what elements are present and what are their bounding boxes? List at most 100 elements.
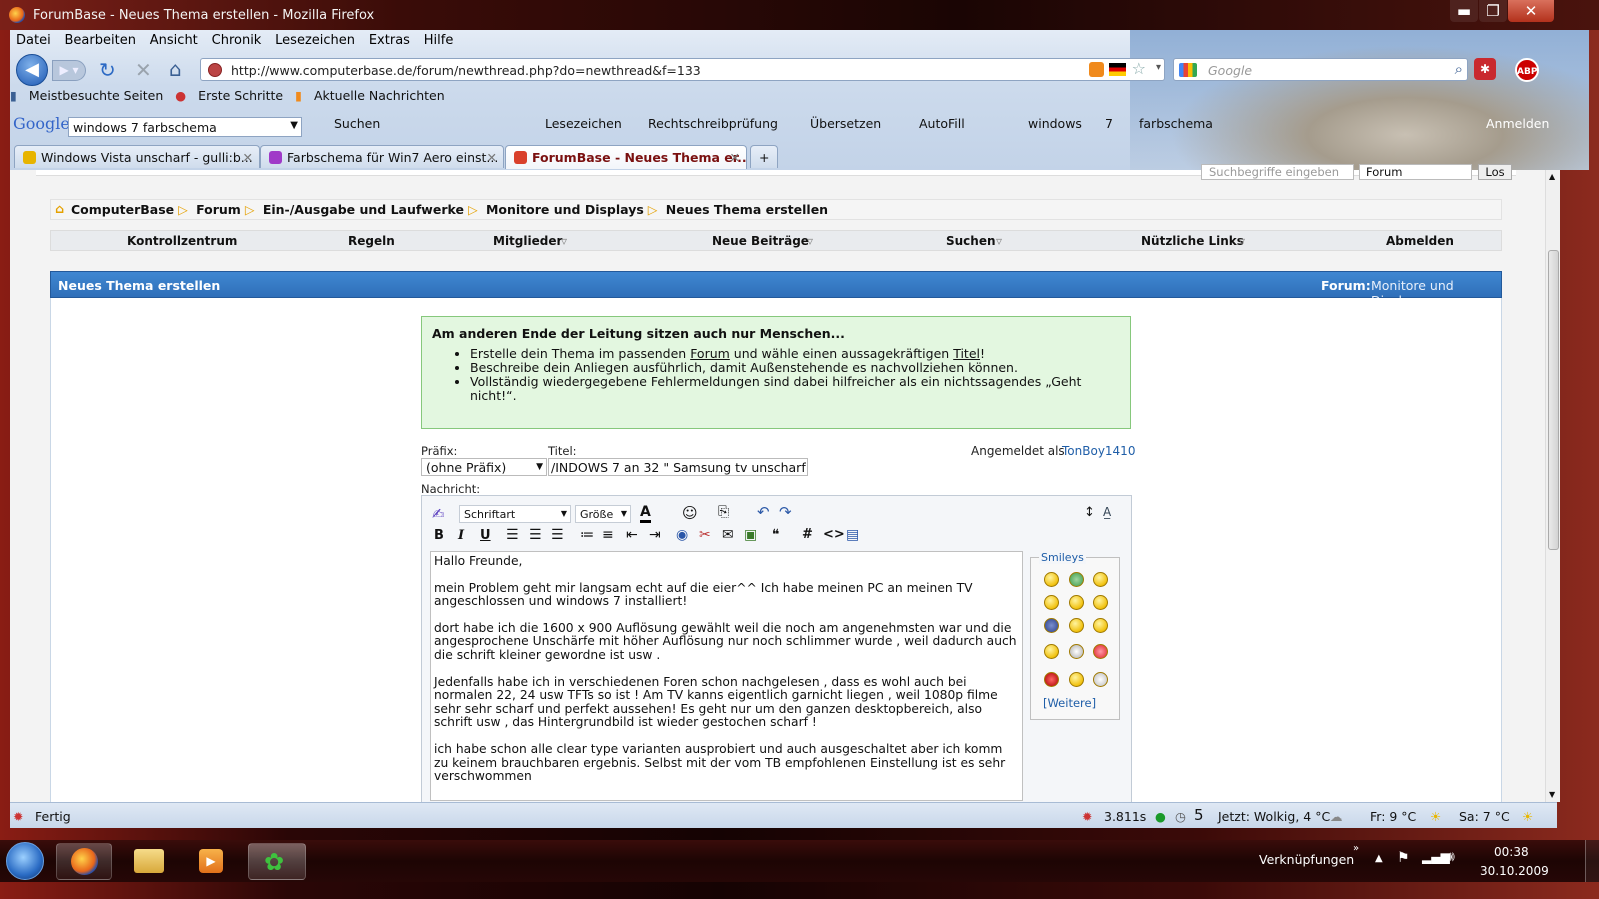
undo-icon[interactable]: ↶ [757, 503, 770, 521]
minimize-button[interactable]: ▬ [1450, 0, 1478, 22]
menu-chronik[interactable]: Chronik [212, 33, 262, 48]
dropdown-icon[interactable]: ▼ [536, 462, 543, 472]
spellcheck-button[interactable]: Rechtschreibprüfung [648, 116, 778, 131]
image-icon[interactable]: ▣ [744, 527, 757, 543]
smiley-rolleyes-icon[interactable] [1093, 672, 1108, 687]
switch-mode-icon[interactable]: A̲ [1103, 505, 1111, 519]
show-desktop-button[interactable] [1585, 840, 1599, 882]
autofill-button[interactable]: AutoFill [919, 116, 965, 131]
search-box[interactable]: Google ⌕ [1173, 58, 1468, 81]
maximize-button[interactable]: ❐ [1479, 0, 1507, 22]
message-textarea[interactable]: Hallo Freunde, mein Problem geht mir lan… [430, 551, 1023, 801]
weather-fri[interactable]: Fr: 9 °C [1370, 809, 1416, 824]
bookmark-meistbesucht[interactable]: Meistbesuchte Seiten [29, 88, 163, 103]
adblock-icon[interactable]: ABP [1515, 58, 1539, 82]
google-bookmarks-button[interactable]: Lesezeichen [545, 116, 622, 131]
back-button[interactable]: ◀ [16, 54, 48, 86]
tab-close-icon[interactable]: ✕ [730, 150, 740, 165]
prefix-select[interactable]: (ohne Präfix) ▼ [421, 458, 547, 476]
google-search-button[interactable]: Suchen [334, 116, 380, 131]
tab-forumbase[interactable]: ForumBase - Neues Thema er... ✕ [505, 145, 747, 169]
translate-button[interactable]: Übersetzen [810, 116, 881, 131]
redo-icon[interactable]: ↷ [779, 503, 792, 521]
highlight-farbschema[interactable]: farbschema [1139, 116, 1213, 131]
smiley-devil-icon[interactable] [1093, 644, 1108, 659]
align-left-icon[interactable]: ☰ [506, 527, 519, 543]
indent-icon[interactable]: ⇥ [649, 527, 661, 543]
outdent-icon[interactable]: ⇤ [626, 527, 638, 543]
breadcrumb-computerbase[interactable]: ComputerBase [71, 202, 174, 217]
smiley-sad-icon[interactable] [1093, 618, 1108, 633]
site-search-scope[interactable]: Forum [1359, 164, 1472, 180]
taskbar-clock-date[interactable]: 30.10.2009 [1480, 864, 1549, 878]
bookmark-nachrichten[interactable]: Aktuelle Nachrichten [314, 88, 445, 103]
unordered-list-icon[interactable]: ≡ [602, 527, 614, 543]
resize-icon[interactable]: ↕ [1084, 505, 1095, 520]
home-icon[interactable]: ⌂ [55, 201, 64, 216]
google-query[interactable]: windows 7 farbschema [73, 120, 217, 135]
highlight-windows[interactable]: windows [1028, 116, 1082, 131]
align-center-icon[interactable]: ☰ [529, 527, 542, 543]
nav-kontrollzentrum[interactable]: Kontrollzentrum [127, 234, 237, 248]
tab-close-icon[interactable]: ✕ [243, 150, 253, 165]
menu-ansicht[interactable]: Ansicht [150, 33, 198, 48]
smiley-happy-icon[interactable] [1044, 595, 1059, 610]
smiley-tongue-icon[interactable] [1069, 672, 1084, 687]
php-code-icon[interactable]: ▤ [846, 527, 859, 543]
taskbar-links-toolbar[interactable]: Verknüpfungen [1259, 852, 1354, 867]
tab-close-icon[interactable]: ✕ [487, 150, 497, 165]
smiley-biggrin-icon[interactable] [1044, 644, 1059, 659]
remove-format-icon[interactable]: ✍ [432, 505, 450, 523]
search-icon[interactable]: ⌕ [1455, 60, 1463, 78]
stop-icon[interactable]: ✕ [135, 58, 152, 82]
attachment-icon[interactable]: ⎘ [718, 504, 729, 520]
ordered-list-icon[interactable]: ≔ [580, 527, 594, 543]
chevron-down-icon[interactable]: ▿ [561, 234, 567, 248]
url-dropdown-icon[interactable]: ▾ [1156, 62, 1161, 73]
smiley-grin-icon[interactable] [1069, 572, 1084, 587]
tray-arrow-icon[interactable]: ▲ [1375, 853, 1383, 864]
page-scrollbar[interactable]: ▲ ▼ [1545, 170, 1560, 802]
smiley-wink-icon[interactable] [1093, 572, 1108, 587]
bold-icon[interactable]: B [434, 528, 444, 543]
smiley-eek-icon[interactable] [1069, 644, 1084, 659]
breadcrumb-ein-ausgabe[interactable]: Ein-/Ausgabe und Laufwerke [263, 202, 464, 217]
scroll-thumb[interactable] [1548, 250, 1559, 550]
unlink-icon[interactable]: ✂ [699, 527, 711, 543]
nav-mitglieder[interactable]: Mitglieder [493, 234, 562, 248]
align-right-icon[interactable]: ☰ [551, 527, 564, 543]
forward-button[interactable]: ▶ ▾ [52, 60, 86, 81]
breadcrumb-forum[interactable]: Forum [196, 202, 241, 217]
chevron-down-icon[interactable]: ▿ [1239, 234, 1245, 248]
weather-sat[interactable]: Sa: 7 °C [1459, 809, 1510, 824]
underline-icon[interactable]: U [480, 528, 491, 543]
google-toolbar-input[interactable]: windows 7 farbschema ▼ [68, 117, 302, 137]
addon-icon[interactable]: ✱ [1474, 58, 1496, 80]
rule-link-titel[interactable]: Titel [953, 346, 980, 361]
code-hash-icon[interactable]: # [802, 527, 813, 542]
clock-icon[interactable]: ◷ [1175, 809, 1186, 824]
nav-nuetzliche-links[interactable]: Nützliche Links [1141, 234, 1244, 248]
html-code-icon[interactable]: <> [823, 527, 845, 542]
site-search-input[interactable]: Suchbegriffe eingeben [1201, 164, 1354, 180]
signin-button[interactable]: Anmelden [1486, 116, 1549, 131]
smiley-smile-icon[interactable] [1044, 572, 1059, 587]
rss-icon[interactable] [1089, 62, 1104, 77]
url-text[interactable]: http://www.computerbase.de/forum/newthre… [231, 63, 701, 78]
menu-extras[interactable]: Extras [369, 33, 410, 48]
chevron-icon[interactable]: » [1353, 843, 1359, 854]
taskbar-clock-time[interactable]: 00:38 [1494, 845, 1529, 859]
italic-icon[interactable]: I [458, 528, 464, 543]
size-select[interactable]: Größe ▼ [575, 505, 631, 523]
start-button[interactable] [6, 842, 44, 880]
google-engine-icon[interactable] [1179, 63, 1197, 77]
bookmark-star-icon[interactable]: ☆ [1132, 59, 1146, 78]
dropdown-icon[interactable]: ▼ [290, 120, 298, 131]
menu-bearbeiten[interactable]: Bearbeiten [65, 33, 136, 48]
address-bar[interactable]: http://www.computerbase.de/forum/newthre… [200, 58, 1165, 81]
site-search-go[interactable]: Los [1478, 164, 1512, 180]
breadcrumb-monitore[interactable]: Monitore und Displays [486, 202, 644, 217]
taskbar-firefox[interactable] [56, 843, 112, 880]
username-link[interactable]: TonBoy1410 [1062, 444, 1135, 458]
link-icon[interactable]: ◉ [676, 527, 688, 543]
